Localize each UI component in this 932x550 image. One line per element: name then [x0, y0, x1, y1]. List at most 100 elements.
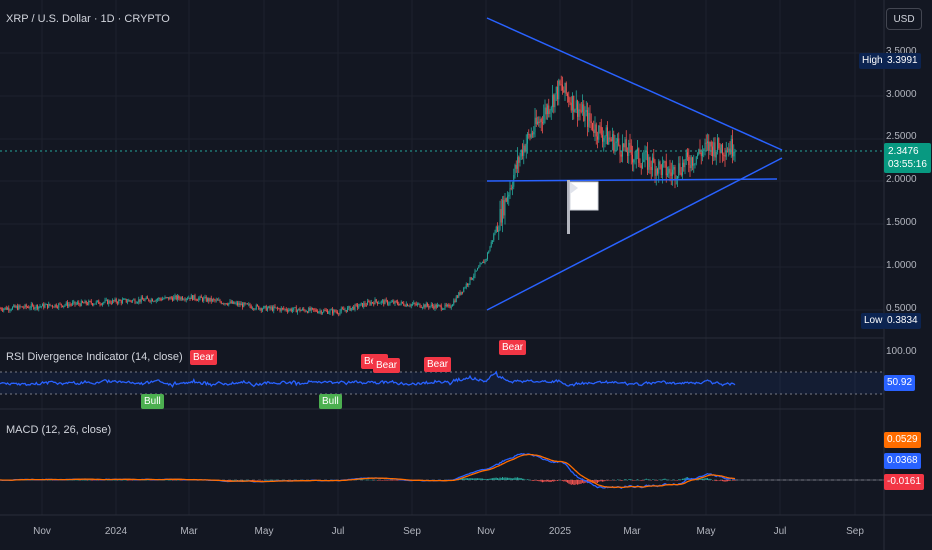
candle-body — [262, 308, 263, 311]
macd-hist-bar — [548, 480, 550, 482]
candle-body — [175, 295, 177, 300]
macd-hist-bar — [240, 479, 242, 481]
candle-body — [69, 304, 71, 306]
macd-hist-bar — [363, 479, 365, 481]
macd-hist-bar — [510, 478, 512, 480]
candle-body — [545, 107, 547, 115]
macd-hist-bar — [675, 480, 677, 481]
macd-hist-bar — [173, 480, 175, 481]
macd-hist-bar — [264, 479, 266, 481]
current-price-tag: 2.3476 03:55:16 — [884, 143, 931, 173]
high-value: 3.3991 — [887, 55, 918, 66]
candle-body — [423, 304, 425, 308]
price-tick: 1.5000 — [886, 217, 917, 228]
candle-body — [170, 297, 172, 299]
candle-body — [615, 141, 617, 144]
candle-body — [194, 295, 196, 300]
candle-body — [237, 302, 238, 306]
candle-body — [235, 302, 237, 304]
macd-hist-bar — [599, 480, 601, 482]
candle-body — [693, 163, 695, 166]
candle-body — [713, 142, 715, 157]
candle-body — [718, 138, 720, 149]
candle-body — [549, 110, 551, 114]
candle-body — [117, 302, 118, 304]
candle-body — [602, 135, 603, 142]
candle-body — [224, 303, 226, 305]
macd-hist-bar — [563, 480, 565, 482]
macd-hist-bar — [623, 479, 625, 481]
macd-hist-bar — [369, 479, 371, 481]
macd-hist-bar — [655, 480, 657, 481]
candle-body — [700, 152, 702, 157]
macd-hist-bar — [503, 477, 505, 480]
candle-body — [657, 168, 658, 174]
candle-body — [419, 303, 421, 308]
candle-body — [692, 157, 693, 166]
candle-body — [445, 304, 447, 306]
macd-hist-bar — [518, 477, 520, 480]
rsi-indicator-title[interactable]: RSI Divergence Indicator (14, close) — [6, 351, 183, 363]
candle-body — [378, 303, 380, 304]
macd-hist-bar — [375, 479, 377, 481]
macd-hist-bar — [709, 478, 711, 480]
time-tick: Sep — [846, 526, 864, 537]
macd-hist-bar — [254, 480, 256, 481]
price-chart-canvas[interactable] — [0, 0, 932, 550]
macd-hist-bar — [617, 479, 618, 481]
macd-hist-bar — [519, 478, 521, 480]
candle-body — [585, 110, 587, 113]
macd-hist-bar — [627, 479, 628, 481]
candle-body — [143, 299, 145, 301]
candle-body — [525, 143, 527, 152]
macd-hist-bar — [580, 480, 582, 484]
candle-body — [320, 310, 322, 314]
candle-body — [57, 307, 58, 308]
symbol-title[interactable]: XRP / U.S. Dollar · 1D · CRYPTO — [6, 13, 170, 25]
macd-hist-bar — [245, 479, 247, 481]
candle-body — [550, 107, 552, 111]
candle-body — [103, 302, 105, 304]
macd-hist-bar — [607, 480, 608, 481]
candle-body — [270, 307, 272, 309]
candle-body — [575, 100, 577, 110]
candle-body — [392, 301, 393, 303]
candle-body — [380, 301, 382, 303]
macd-hist-bar — [387, 480, 388, 481]
candle-body — [562, 84, 563, 91]
candle-body — [228, 302, 230, 305]
candle-body — [645, 151, 647, 153]
candle-body — [620, 154, 622, 157]
currency-button[interactable]: USD — [886, 8, 922, 30]
candle-body — [45, 304, 47, 305]
macd-hist-bar — [658, 479, 660, 481]
candle-body — [707, 141, 708, 143]
flag-marker-icon[interactable] — [566, 180, 600, 234]
candle-body — [364, 303, 366, 305]
macd-hist-bar — [78, 479, 80, 481]
candle-body — [443, 308, 445, 310]
bear-signal: Bear — [373, 358, 401, 373]
candle-body — [672, 169, 673, 176]
candle-body — [287, 310, 288, 312]
candle-body — [440, 305, 442, 310]
macd-hist-bar — [494, 477, 496, 480]
macd-hist-bar — [595, 480, 597, 483]
candle-body — [207, 298, 208, 302]
candle-body — [483, 261, 485, 263]
candle-body — [493, 234, 495, 241]
candle-body — [408, 305, 410, 307]
macd-hist-bar — [615, 479, 617, 481]
candle-body — [400, 301, 402, 304]
candle-body — [385, 299, 387, 301]
candle-body — [717, 138, 718, 153]
current-price: 2.3476 — [888, 146, 919, 157]
candle-body — [637, 148, 638, 152]
macd-hist-bar — [643, 480, 645, 481]
macd-indicator-title[interactable]: MACD (12, 26, close) — [6, 424, 111, 436]
macd-hist-bar — [604, 480, 606, 482]
macd-hist-bar — [238, 479, 240, 481]
candle-body — [565, 82, 567, 94]
candle-body — [727, 151, 728, 153]
candle-body — [213, 299, 215, 300]
